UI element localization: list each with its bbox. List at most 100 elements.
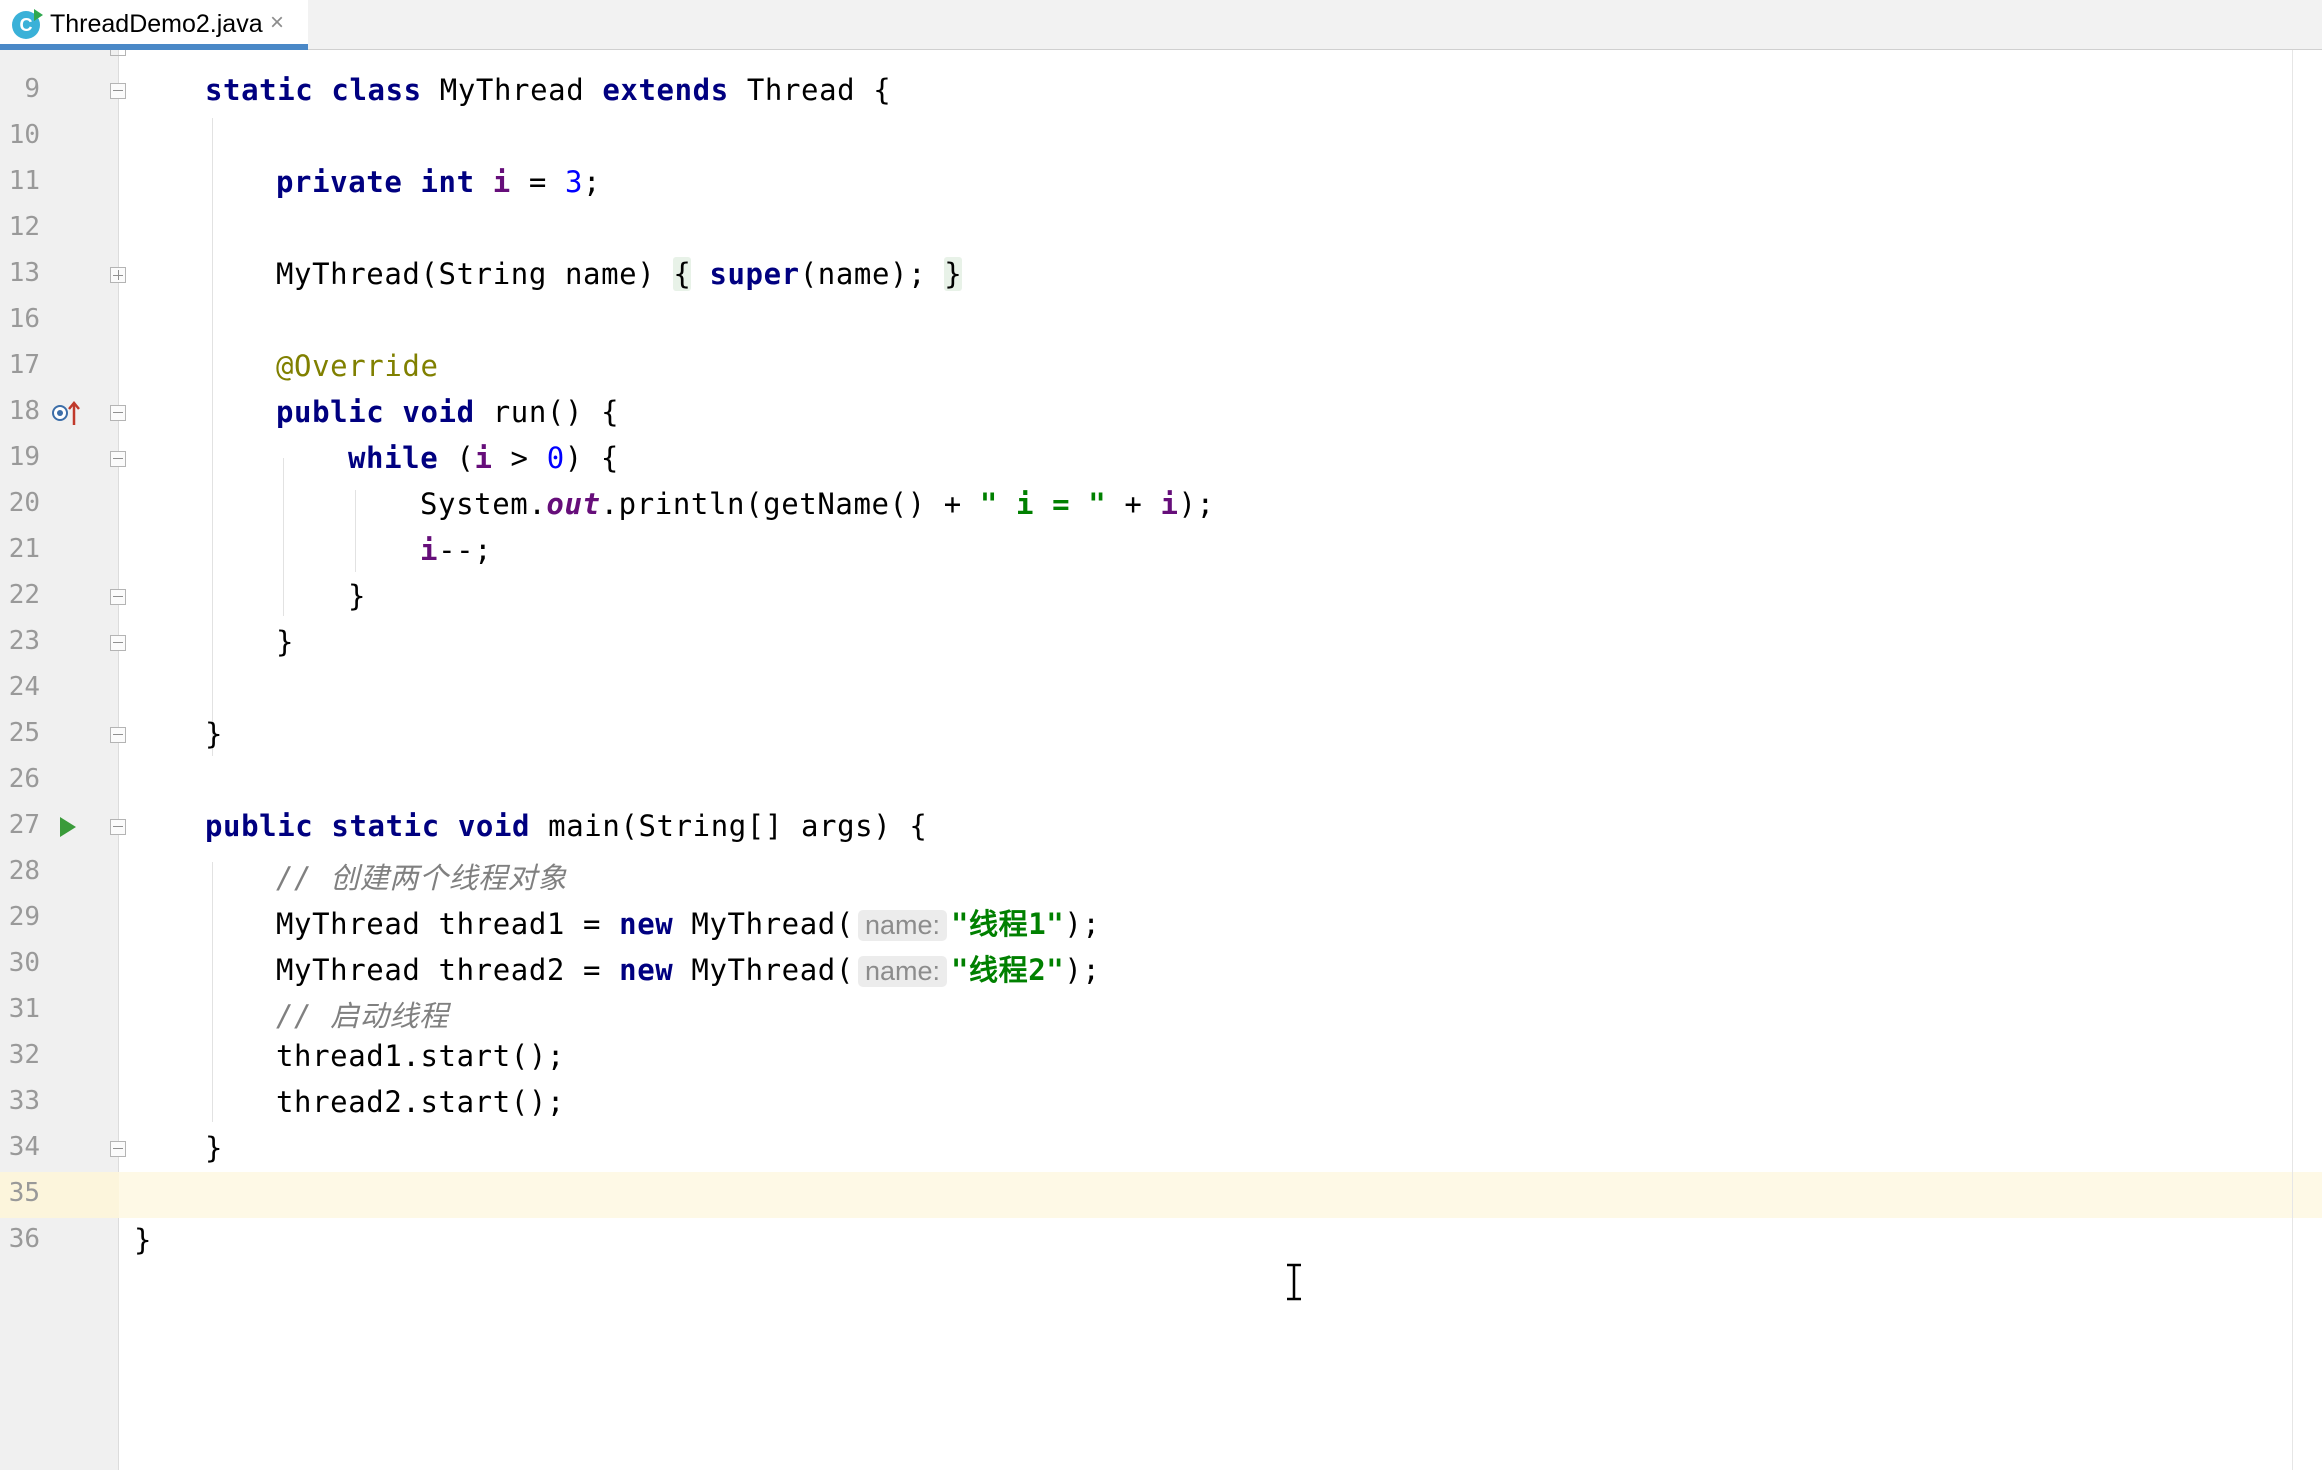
code-text: } [134,1223,152,1257]
code-text: MyThread thread2 = new MyThread(name: "线程… [276,947,1101,989]
code-line: 29 MyThread thread1 = new MyThread(name:… [0,896,2292,942]
code-line: 20 System.out.println(getName() + " i = … [0,482,2292,528]
code-line: 19 while (i > 0) { [0,436,2292,482]
code-token: --; [438,533,493,567]
line-number: 30 [8,948,40,978]
code-token: ); [1064,907,1101,941]
line-number: 34 [8,1132,40,1162]
number-literal: 3 [564,165,584,199]
code-line: 36 } [0,1218,2292,1264]
code-text: } [205,1131,223,1165]
editor-tab-threaddemo2[interactable]: C ThreadDemo2.java × [0,0,308,50]
code-token: ( [438,441,475,475]
code-line: 18 public void run() { [0,390,2292,436]
line-number: 31 [8,994,40,1024]
code-text: } [348,579,366,613]
code-line: 11 private int i = 3; [0,160,2292,206]
line-number: 27 [8,810,40,840]
string-literal: "线程2" [950,953,1065,987]
field-name: i [420,533,439,567]
annotation: @Override [276,349,439,383]
keyword: static [331,809,440,843]
code-token: MyThread thread1 = [276,907,620,941]
code-text: MyThread(String name) { super(name); } [276,257,963,291]
line-number: 12 [8,212,40,242]
code-line: 9 static class MyThread extends Thread { [0,68,2292,114]
code-line: 27 public static void main(String[] args… [0,804,2292,850]
string-literal: "线程1" [950,907,1065,941]
code-token: MyThread thread2 = [276,953,620,987]
code-line: 25 } [0,712,2292,758]
right-margin-guide [2292,50,2293,1470]
code-line: 24 [0,666,2292,712]
code-line: 16 [0,298,2292,344]
code-token: thread1.start(); [276,1039,565,1073]
number-literal: 0 [546,441,565,475]
code-token: } [134,1223,153,1257]
comment: // 创建两个线程对象 [276,861,567,895]
code-text: public void run() { [276,395,619,429]
code-token: Thread { [728,73,892,107]
keyword: private [276,165,403,199]
code-text: } [276,625,294,659]
code-text: i--; [420,533,492,567]
fold-end-icon[interactable] [110,1141,126,1157]
line-number: 26 [8,764,40,794]
code-line: 32 thread1.start(); [0,1034,2292,1080]
code-token: MyThread(String name) [276,257,656,291]
keyword: int [420,165,475,199]
code-token: = [510,165,565,199]
static-field: out [546,487,601,521]
code-line: 34 } [0,1126,2292,1172]
code-line: 22 } [0,574,2292,620]
code-text: MyThread thread1 = new MyThread(name: "线程… [276,901,1101,943]
code-token: thread2.start(); [276,1085,565,1119]
parameter-hint: name: [857,956,947,987]
code-line: 31 // 启动线程 [0,988,2292,1034]
code-line: 21 i--; [0,528,2292,574]
comment: // 启动线程 [276,999,449,1033]
keyword: class [331,73,422,107]
line-number: 29 [8,902,40,932]
keyword: void [457,809,531,843]
fold-end-icon[interactable] [110,635,126,651]
code-text: // 启动线程 [276,993,449,1035]
tab-close-icon[interactable]: × [270,9,284,37]
code-token: } [205,1131,224,1165]
partially-hidden-line [0,50,2322,56]
text-cursor-icon [1287,1263,1301,1301]
folded-region-close[interactable]: } [944,257,963,291]
fold-toggle-icon[interactable] [110,451,126,467]
fold-end-icon[interactable] [110,589,126,605]
fold-toggle-icon[interactable] [110,83,126,99]
line-number: 35 [8,1178,40,1208]
run-icon[interactable] [58,815,78,839]
folded-region-open[interactable]: { [673,257,692,291]
line-number: 32 [8,1040,40,1070]
code-line: 13 MyThread(String name) { super(name); … [0,252,2292,298]
class-name: MyThread [421,73,603,107]
override-method-icon[interactable] [50,398,82,428]
expand-fold-icon[interactable] [110,267,126,283]
tab-title: ThreadDemo2.java [50,10,263,38]
code-token: MyThread( [673,907,854,941]
fold-end-icon[interactable] [110,727,126,743]
code-text: System.out.println(getName() + " i = " +… [420,487,1215,521]
keyword: extends [602,73,729,107]
line-number: 24 [8,672,40,702]
editor-tab-bar: C ThreadDemo2.java × [0,0,2322,50]
field-name: i [492,165,511,199]
fold-toggle-icon[interactable] [110,405,126,421]
code-token: > [492,441,547,475]
fold-toggle-icon[interactable] [110,819,126,835]
code-token: ); [1064,953,1101,987]
code-line: 28 // 创建两个线程对象 [0,850,2292,896]
code-token: } [276,625,295,659]
code-line: 26 [0,758,2292,804]
code-token: run() { [474,395,620,429]
code-token: MyThread( [673,953,854,987]
code-line: 12 [0,206,2292,252]
code-token: ) { [564,441,619,475]
code-token: ; [583,165,602,199]
code-text: } [205,717,223,751]
